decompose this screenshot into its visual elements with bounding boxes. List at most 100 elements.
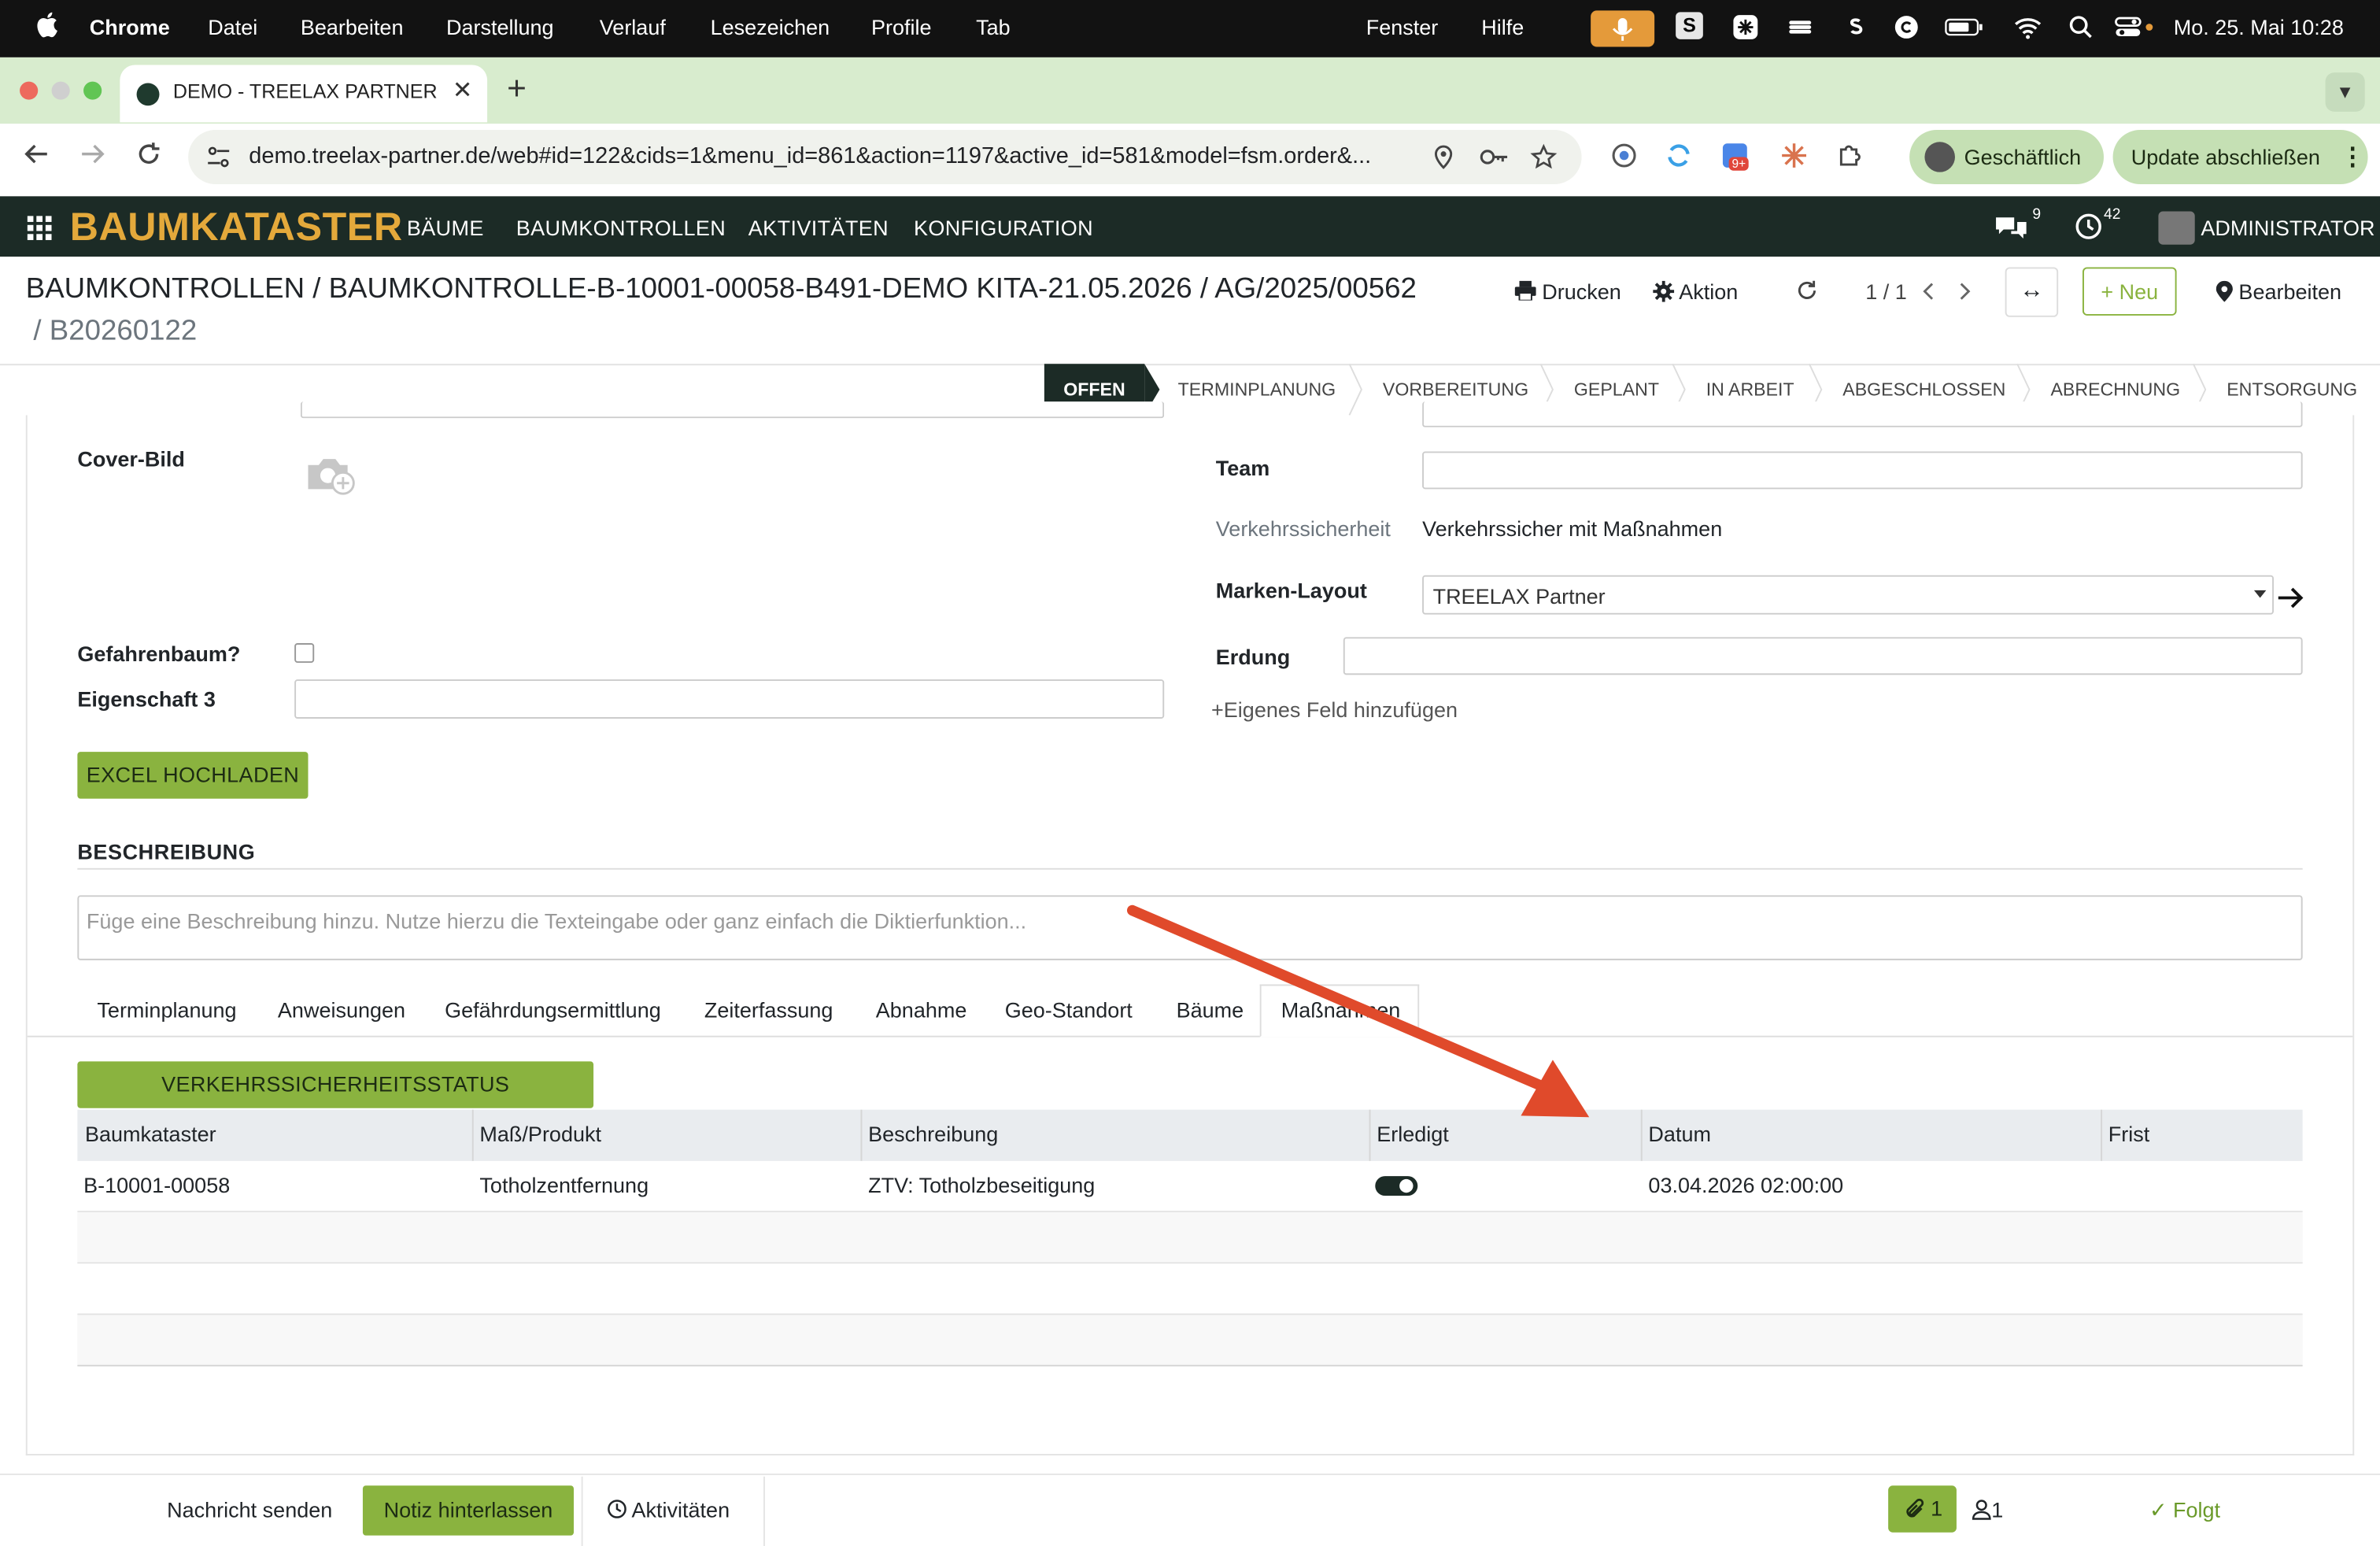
extension-sync-icon[interactable] — [1664, 140, 1694, 170]
location-pin-icon[interactable] — [1430, 143, 1458, 171]
add-custom-field-button[interactable]: +Eigenes Feld hinzufügen — [1211, 697, 1458, 722]
tab-gefaehrdungsermittlung[interactable]: Gefährdungsermittlung — [445, 998, 661, 1023]
asterisk-app-icon[interactable] — [1731, 13, 1759, 41]
nav-baumkontrollen[interactable]: BAUMKONTROLLEN — [516, 216, 726, 240]
scrolled-field-left[interactable] — [300, 401, 1165, 419]
more-menu-icon[interactable]: ⋮ — [2341, 142, 2365, 172]
action-button[interactable]: Aktion — [1653, 279, 1738, 304]
extension-shield-icon[interactable] — [1609, 140, 1639, 170]
pager-previous-icon[interactable] — [1920, 281, 1938, 302]
activities-clock-icon[interactable] — [2075, 213, 2102, 240]
close-window-button[interactable] — [20, 81, 39, 100]
bookmark-star-icon[interactable] — [1530, 143, 1558, 171]
nav-aktivitaeten[interactable]: AKTIVITÄTEN — [748, 216, 889, 240]
extension-calendar-icon[interactable]: 9+ — [1720, 140, 1750, 171]
zoom-window-button[interactable] — [83, 81, 102, 100]
team-input[interactable] — [1422, 451, 2303, 490]
messages-icon[interactable] — [1993, 213, 2029, 242]
followers-button[interactable]: 1 — [1972, 1498, 2003, 1522]
minimize-window-button[interactable] — [51, 81, 70, 100]
cell-produkt[interactable]: Totholzentfernung — [479, 1173, 649, 1197]
edit-button[interactable]: Bearbeiten — [2216, 279, 2341, 304]
tab-zeiterfassung[interactable]: Zeiterfassung — [704, 998, 833, 1023]
tab-search-chevron-icon[interactable]: ▼ — [2325, 72, 2365, 112]
erdung-input[interactable] — [1343, 637, 2303, 675]
clock[interactable]: Mo. 25. Mai 10:28 — [2174, 15, 2344, 39]
excel-upload-button[interactable]: EXCEL HOCHLADEN — [77, 752, 309, 799]
user-menu[interactable]: ADMINISTRATOR — [2201, 216, 2374, 240]
control-center-icon[interactable] — [2113, 13, 2159, 41]
copyright-app-icon[interactable] — [1893, 13, 1920, 41]
send-message-button[interactable]: Nachricht senden — [167, 1498, 332, 1522]
column-separator[interactable] — [471, 1109, 474, 1161]
new-tab-icon[interactable]: + — [507, 69, 527, 109]
user-avatar[interactable] — [2158, 211, 2195, 245]
tab-terminplanung[interactable]: Terminplanung — [97, 998, 236, 1023]
pager-value[interactable]: 1 / 1 — [1865, 279, 1907, 304]
attachments-button[interactable]: 1 — [1888, 1485, 1957, 1533]
stack-app-icon[interactable] — [1787, 13, 1814, 41]
nav-baeume[interactable]: BÄUME — [407, 216, 484, 240]
forward-arrow-icon[interactable] — [79, 140, 106, 168]
tab-abnahme[interactable]: Abnahme — [876, 998, 967, 1023]
close-tab-icon[interactable]: ✕ — [453, 76, 473, 105]
expand-width-icon[interactable]: ↔ — [2005, 267, 2059, 317]
done-toggle[interactable] — [1375, 1176, 1418, 1196]
microphone-icon[interactable] — [1591, 10, 1655, 47]
external-link-arrow-icon[interactable] — [2275, 584, 2306, 612]
pager-next-icon[interactable] — [1955, 281, 1973, 302]
menu-lesezeichen[interactable]: Lesezeichen — [711, 15, 830, 39]
update-traffic-safety-button[interactable]: VERKEHRSSICHERHEITSSTATUS AKTUALISIEREN — [77, 1061, 594, 1143]
column-header-erledigt[interactable]: Erledigt — [1377, 1122, 1449, 1146]
table-row[interactable] — [77, 1160, 2303, 1213]
print-button[interactable]: Drucken — [1514, 279, 1621, 304]
menu-fenster[interactable]: Fenster — [1366, 15, 1439, 39]
menu-bearbeiten[interactable]: Bearbeiten — [301, 15, 404, 39]
address-bar[interactable]: demo.treelax-partner.de/web#id=122&cids=… — [188, 129, 1582, 184]
menu-datei[interactable]: Datei — [208, 15, 257, 39]
cell-beschreibung[interactable]: ZTV: Totholzbeseitigung — [868, 1173, 1095, 1197]
column-separator[interactable] — [2101, 1109, 2103, 1161]
scrolled-field-right[interactable] — [1422, 401, 2303, 427]
column-header-beschreibung[interactable]: Beschreibung — [868, 1122, 998, 1146]
property3-input[interactable] — [294, 679, 1165, 719]
column-header-baumkataster[interactable]: Baumkataster — [85, 1122, 216, 1146]
app-brand[interactable]: BAUMKATASTER — [70, 204, 403, 250]
stage-terminplanung[interactable]: TERMINPLANUNG — [1178, 364, 1336, 415]
s-app-icon[interactable]: S — [1676, 12, 1703, 39]
refresh-icon[interactable] — [1795, 279, 1818, 302]
apps-grid-icon[interactable] — [27, 216, 52, 240]
reload-icon[interactable] — [135, 140, 163, 168]
spotlight-search-icon[interactable] — [2068, 13, 2095, 41]
back-arrow-icon[interactable] — [23, 140, 50, 168]
dollar-app-icon[interactable] — [1841, 13, 1868, 41]
column-separator[interactable] — [860, 1109, 863, 1161]
cell-baumkataster[interactable]: B-10001-00058 — [83, 1173, 230, 1197]
nav-konfiguration[interactable]: KONFIGURATION — [914, 216, 1093, 240]
hazard-tree-checkbox[interactable] — [294, 643, 315, 663]
tab-anweisungen[interactable]: Anweisungen — [278, 998, 405, 1023]
column-separator[interactable] — [1640, 1109, 1643, 1161]
tab-geo-standort[interactable]: Geo-Standort — [1005, 998, 1133, 1023]
site-settings-icon[interactable] — [206, 145, 231, 169]
column-header-datum[interactable]: Datum — [1648, 1122, 1711, 1146]
extensions-puzzle-icon[interactable] — [1835, 140, 1866, 170]
url-text[interactable]: demo.treelax-partner.de/web#id=122&cids=… — [249, 143, 1417, 169]
browser-tab-active[interactable]: DEMO - TREELAX PARTNER - ✕ — [120, 65, 488, 123]
profile-button[interactable]: Geschäftlich — [1909, 129, 2104, 184]
follow-button[interactable]: ✓ Folgt — [2149, 1498, 2220, 1524]
wifi-icon[interactable] — [2012, 13, 2043, 41]
brand-layout-select[interactable]: TREELAX Partner — [1422, 575, 2274, 615]
column-header-produkt[interactable]: Maß/Produkt — [479, 1122, 601, 1146]
apple-icon[interactable] — [36, 10, 57, 38]
menu-chrome[interactable]: Chrome — [90, 15, 170, 39]
schedule-activity-button[interactable]: Aktivitäten — [607, 1498, 730, 1522]
password-key-icon[interactable] — [1478, 143, 1509, 171]
breadcrumb[interactable]: BAUMKONTROLLEN / BAUMKONTROLLE-B-10001-0… — [26, 273, 1417, 306]
menu-tab[interactable]: Tab — [976, 15, 1011, 39]
new-button[interactable]: + Neu — [2082, 267, 2177, 316]
menu-profile[interactable]: Profile — [871, 15, 932, 39]
menu-hilfe[interactable]: Hilfe — [1481, 15, 1524, 39]
log-note-button[interactable]: Notiz hinterlassen — [362, 1485, 574, 1536]
update-button[interactable]: Update abschließen ⋮ — [2112, 129, 2368, 184]
